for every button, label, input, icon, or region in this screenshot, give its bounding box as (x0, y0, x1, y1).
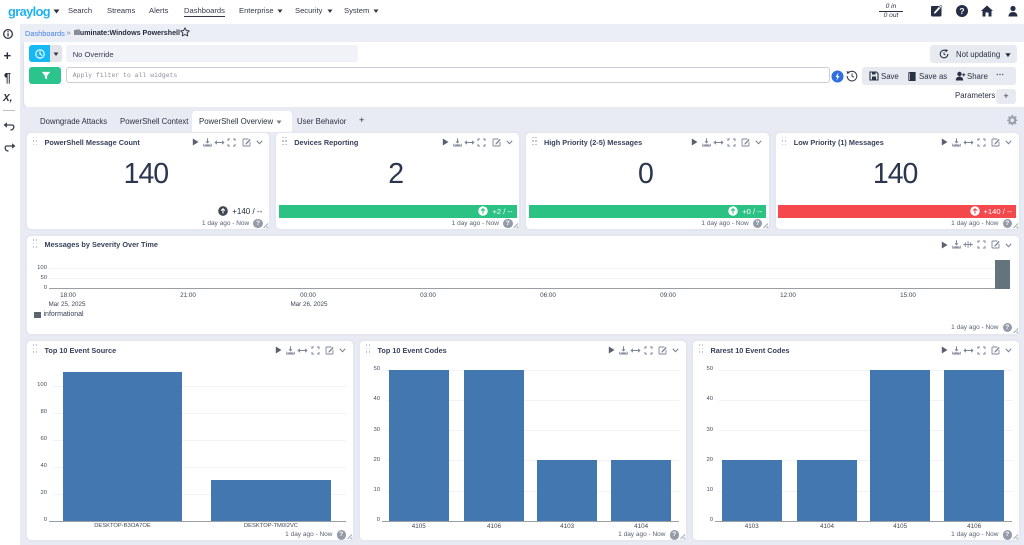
svg-text:?: ? (959, 6, 964, 16)
